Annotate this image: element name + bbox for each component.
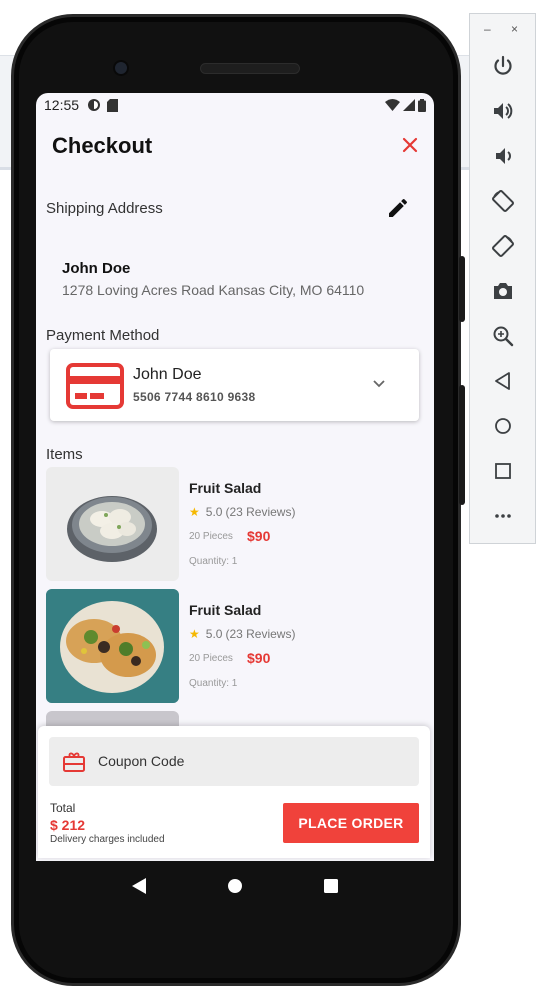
power-icon <box>494 55 512 75</box>
item-reviews: (23 Reviews) <box>225 505 296 519</box>
item-rating-value: 5.0 <box>205 505 223 519</box>
item-price: $90 <box>247 528 271 544</box>
cell-signal-icon <box>403 99 415 111</box>
rotate-right-icon <box>492 235 514 257</box>
overview-button[interactable] <box>490 458 516 484</box>
nav-back-button[interactable] <box>128 875 150 897</box>
edit-address-button[interactable] <box>386 196 412 222</box>
star-icon: ★ <box>189 627 200 641</box>
total-value: $ 212 <box>50 817 86 833</box>
chevron-down-icon <box>373 380 385 388</box>
overview-square-icon <box>324 879 338 893</box>
zoom-icon <box>493 326 514 347</box>
rotate-left-button[interactable] <box>490 188 516 214</box>
volume-side-button <box>459 256 465 322</box>
shipping-name: John Doe <box>62 260 131 277</box>
volume-down-button[interactable] <box>490 143 516 169</box>
item-rating: ★ 5.0 (23 Reviews) <box>189 627 295 641</box>
item-price: $90 <box>247 650 271 666</box>
pencil-icon <box>389 198 408 217</box>
checkout-header: Checkout <box>36 117 434 175</box>
total-label: Total <box>50 801 76 815</box>
delivery-note: Delivery charges included <box>50 834 165 845</box>
item-reviews: (23 Reviews) <box>225 627 296 641</box>
minimize-button[interactable]: – <box>484 22 491 36</box>
app-screen: 12:55 Checkout Shipping Address John Doe… <box>36 93 434 861</box>
volume-down-icon <box>496 148 511 164</box>
back-button[interactable] <box>490 368 516 394</box>
close-window-button[interactable]: × <box>511 22 518 36</box>
more-button[interactable] <box>490 503 516 529</box>
home-icon <box>495 418 511 434</box>
gift-card-icon <box>63 752 85 772</box>
volume-up-button[interactable] <box>490 98 516 124</box>
status-time: 12:55 <box>44 97 80 113</box>
coupon-code-label: Coupon Code <box>98 753 185 769</box>
item-quantity: Quantity: 1 <box>189 556 238 567</box>
volume-up-icon <box>494 103 513 119</box>
screenshot-button[interactable] <box>490 278 516 304</box>
list-item[interactable]: Fruit Salad ★ 5.0 (23 Reviews) 20 Pieces… <box>46 467 426 581</box>
home-button[interactable] <box>490 413 516 439</box>
status-bar: 12:55 <box>36 93 434 117</box>
nav-home-button[interactable] <box>224 875 246 897</box>
item-name: Fruit Salad <box>189 480 262 496</box>
back-icon <box>495 372 510 390</box>
power-button[interactable] <box>490 53 516 79</box>
payment-method-selector[interactable]: John Doe 5506 7744 8610 9638 <box>50 349 419 421</box>
close-button[interactable] <box>402 132 418 160</box>
front-camera <box>113 60 129 76</box>
shipping-address-label: Shipping Address <box>46 200 163 217</box>
shipping-address-text: 1278 Loving Acres Road Kansas City, MO 6… <box>62 282 365 298</box>
item-pieces: 20 Pieces <box>189 653 233 664</box>
rotate-right-button[interactable] <box>490 233 516 259</box>
credit-card-icon <box>66 363 124 409</box>
zoom-button[interactable] <box>490 323 516 349</box>
overview-icon <box>495 463 511 479</box>
item-pieces: 20 Pieces <box>189 531 233 542</box>
back-triangle-icon <box>132 878 146 894</box>
sd-card-icon <box>107 98 119 112</box>
item-image-dumplings <box>46 467 179 581</box>
earpiece-speaker <box>200 63 300 74</box>
camera-icon <box>494 283 512 299</box>
power-side-button <box>459 385 465 505</box>
more-icon <box>495 514 511 518</box>
home-circle-icon <box>228 879 242 893</box>
data-saver-icon <box>88 99 101 111</box>
item-rating: ★ 5.0 (23 Reviews) <box>189 505 295 519</box>
card-holder-name: John Doe <box>133 366 202 383</box>
payment-method-label: Payment Method <box>46 327 160 344</box>
star-icon: ★ <box>189 505 200 519</box>
page-title: Checkout <box>52 133 153 158</box>
list-item[interactable]: Fruit Salad ★ 5.0 (23 Reviews) 20 Pieces… <box>46 589 426 703</box>
rotate-left-icon <box>492 190 514 212</box>
place-order-button[interactable]: PLACE ORDER <box>283 803 419 843</box>
card-number: 5506 7744 8610 9638 <box>133 390 256 404</box>
close-icon <box>402 137 418 153</box>
emulator-toolbar: – × <box>469 13 536 544</box>
checkout-bottom-panel: Coupon Code Total $ 212 Delivery charges… <box>38 726 430 858</box>
item-image-tacos <box>46 589 179 703</box>
android-nav-bar <box>36 861 434 911</box>
nav-overview-button[interactable] <box>320 875 342 897</box>
item-quantity: Quantity: 1 <box>189 678 238 689</box>
item-name: Fruit Salad <box>189 602 262 618</box>
wifi-icon <box>385 99 400 111</box>
item-rating-value: 5.0 <box>205 627 223 641</box>
items-label: Items <box>46 446 83 463</box>
battery-icon <box>418 98 426 112</box>
coupon-code-button[interactable]: Coupon Code <box>49 737 419 786</box>
